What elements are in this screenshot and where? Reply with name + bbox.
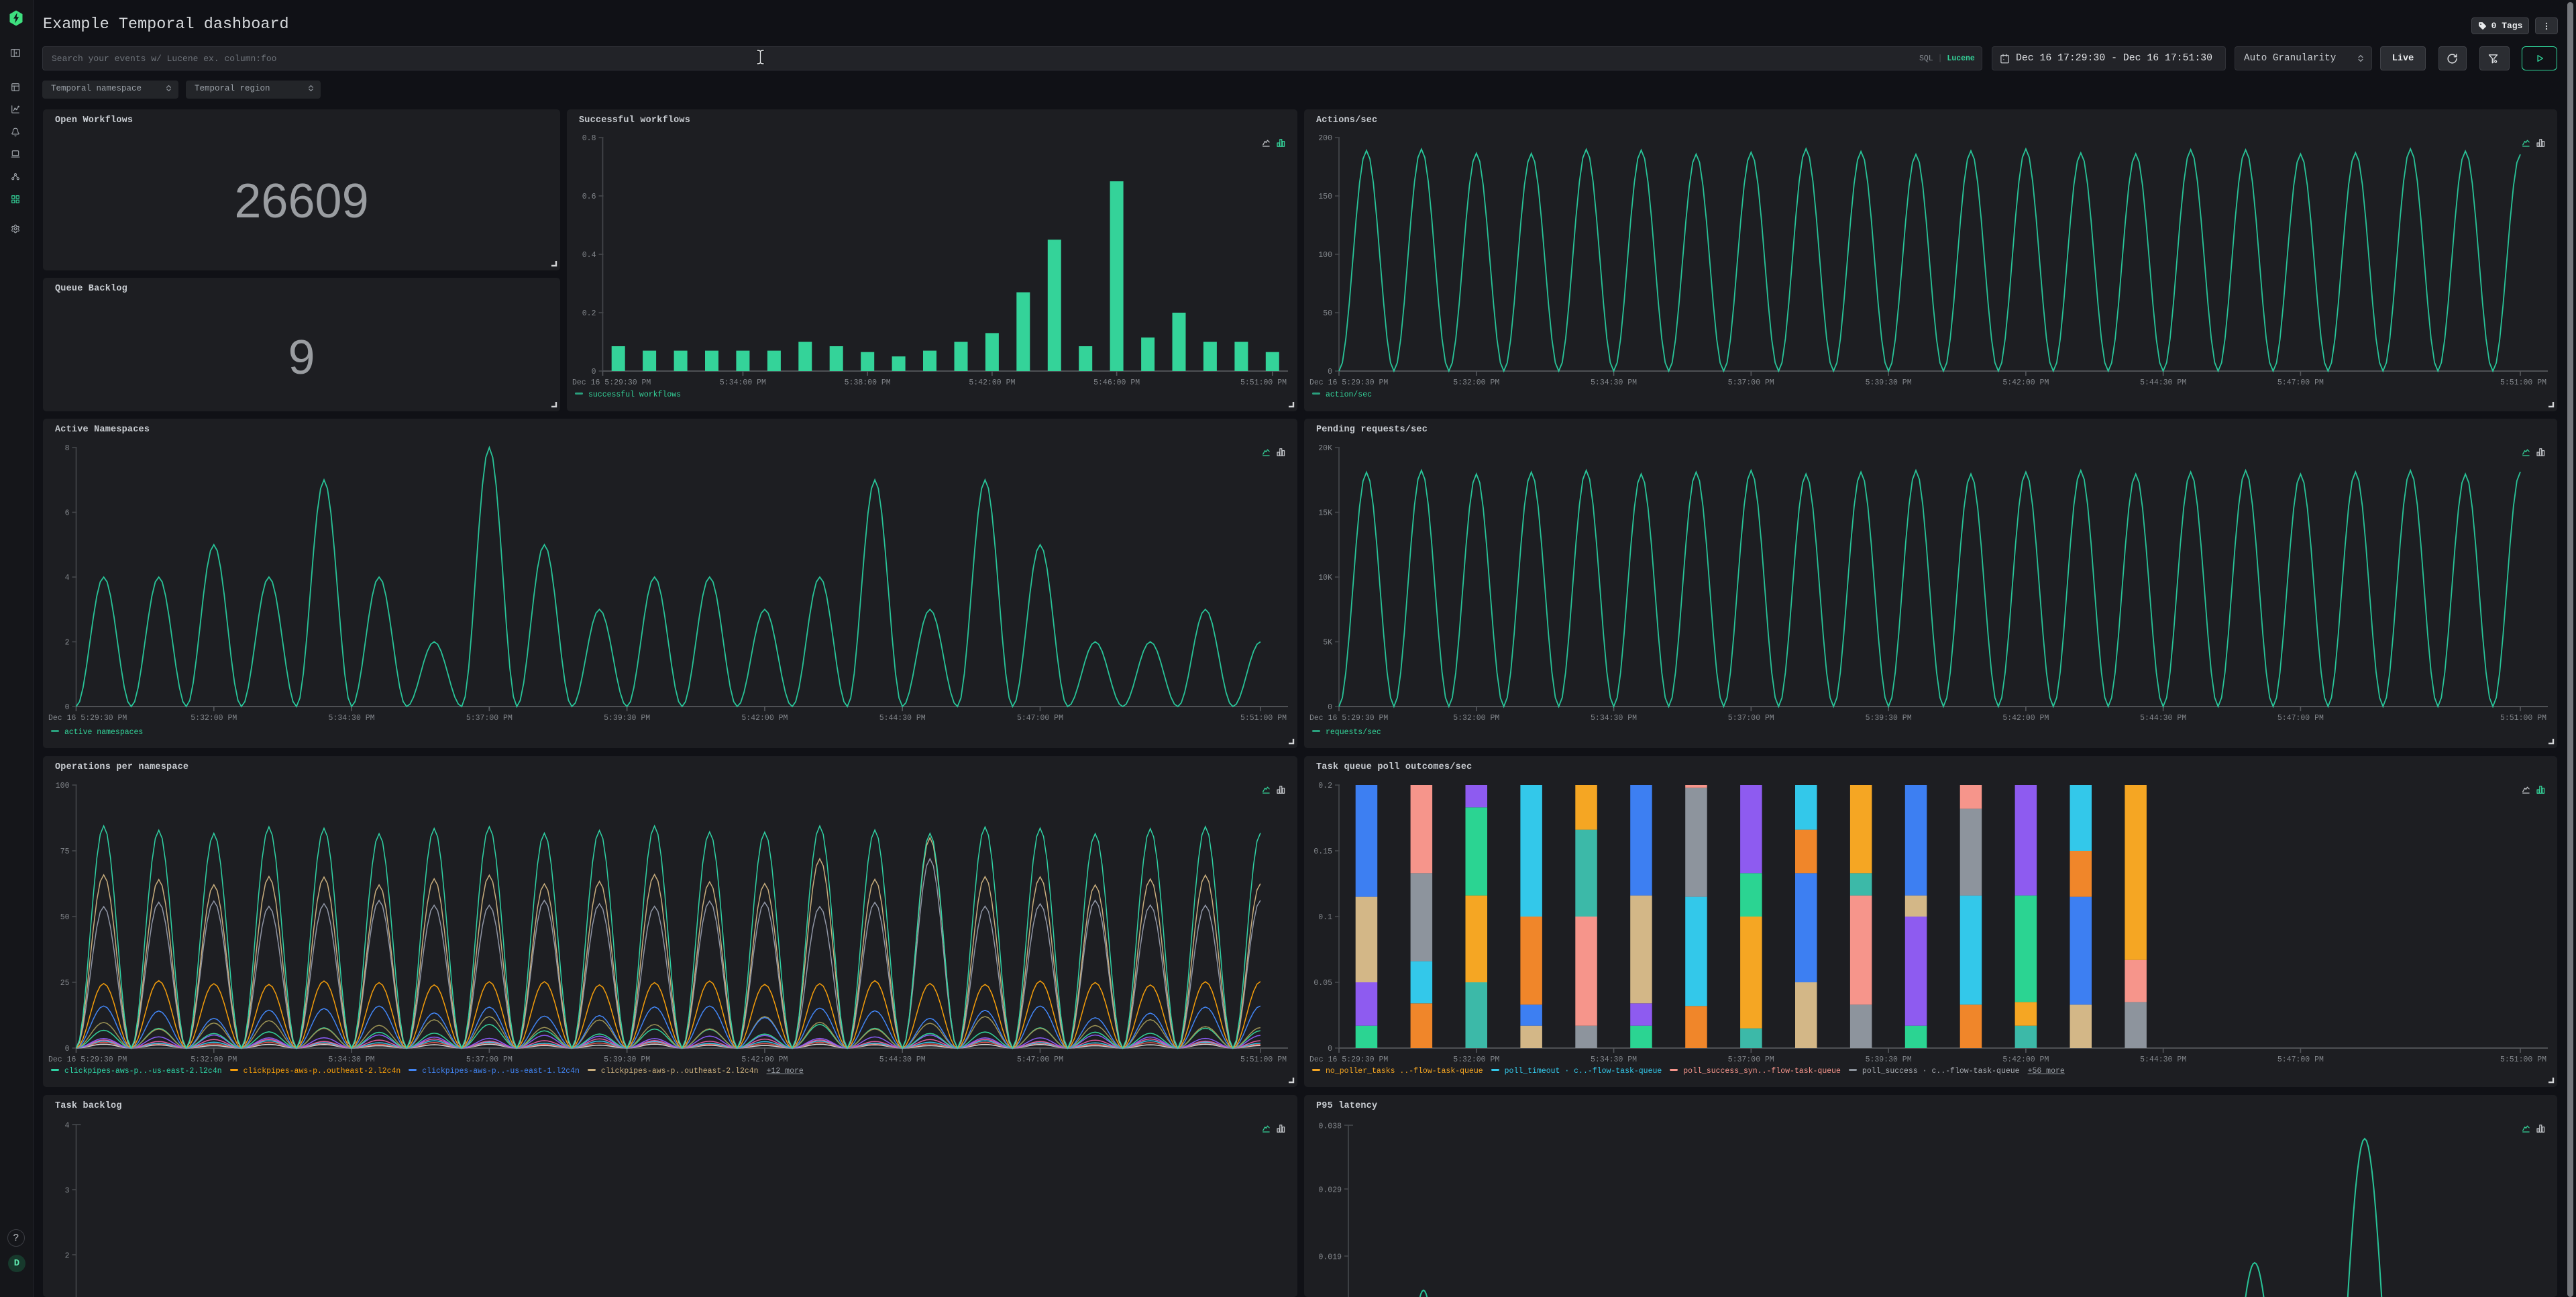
svg-text:Dec 16 5:29:30 PM: Dec 16 5:29:30 PM bbox=[1309, 378, 1388, 387]
svg-text:5:47:00 PM: 5:47:00 PM bbox=[1017, 1055, 1063, 1064]
svg-text:0.15: 0.15 bbox=[1313, 847, 1332, 856]
svg-text:5:47:00 PM: 5:47:00 PM bbox=[2277, 378, 2324, 387]
svg-text:0.019: 0.019 bbox=[1318, 1253, 1342, 1262]
svg-text:5:51:00 PM: 5:51:00 PM bbox=[1240, 714, 1287, 723]
svg-text:Dec 16 5:29:30 PM: Dec 16 5:29:30 PM bbox=[48, 1055, 127, 1064]
svg-text:5:37:00 PM: 5:37:00 PM bbox=[1728, 378, 1774, 387]
svg-text:0: 0 bbox=[592, 368, 596, 376]
svg-text:5:39:30 PM: 5:39:30 PM bbox=[604, 714, 650, 723]
svg-text:0: 0 bbox=[1328, 1045, 1332, 1053]
svg-text:5:44:30 PM: 5:44:30 PM bbox=[2140, 378, 2186, 387]
svg-text:5:39:30 PM: 5:39:30 PM bbox=[1866, 378, 1912, 387]
svg-text:5:42:00 PM: 5:42:00 PM bbox=[741, 1055, 788, 1064]
svg-text:5:47:00 PM: 5:47:00 PM bbox=[1017, 714, 1063, 723]
svg-text:5:39:30 PM: 5:39:30 PM bbox=[1866, 1055, 1912, 1064]
svg-text:25: 25 bbox=[60, 979, 70, 988]
svg-text:150: 150 bbox=[1318, 193, 1332, 201]
svg-text:10K: 10K bbox=[1318, 574, 1332, 582]
svg-text:5:34:30 PM: 5:34:30 PM bbox=[1591, 1055, 1637, 1064]
svg-text:4: 4 bbox=[65, 1122, 70, 1131]
svg-text:5:42:00 PM: 5:42:00 PM bbox=[2002, 378, 2049, 387]
svg-text:Dec 16 5:29:30 PM: Dec 16 5:29:30 PM bbox=[1309, 714, 1388, 723]
svg-text:5:37:00 PM: 5:37:00 PM bbox=[1728, 714, 1774, 723]
svg-text:5:51:00 PM: 5:51:00 PM bbox=[1240, 1055, 1287, 1064]
svg-text:5:38:00 PM: 5:38:00 PM bbox=[845, 378, 891, 387]
svg-text:5:46:00 PM: 5:46:00 PM bbox=[1093, 378, 1140, 387]
svg-text:0.029: 0.029 bbox=[1318, 1186, 1342, 1195]
svg-text:8: 8 bbox=[65, 444, 70, 453]
svg-text:5:51:00 PM: 5:51:00 PM bbox=[2500, 1055, 2546, 1064]
svg-text:5:47:00 PM: 5:47:00 PM bbox=[2277, 1055, 2324, 1064]
svg-text:5:37:00 PM: 5:37:00 PM bbox=[1728, 1055, 1774, 1064]
svg-text:100: 100 bbox=[1318, 251, 1332, 260]
svg-text:100: 100 bbox=[56, 782, 70, 790]
svg-text:5:32:00 PM: 5:32:00 PM bbox=[191, 1055, 237, 1064]
svg-text:5:39:30 PM: 5:39:30 PM bbox=[604, 1055, 650, 1064]
svg-text:20K: 20K bbox=[1318, 444, 1332, 453]
svg-text:0: 0 bbox=[65, 703, 70, 712]
svg-text:5:34:00 PM: 5:34:00 PM bbox=[720, 378, 766, 387]
svg-text:5:44:30 PM: 5:44:30 PM bbox=[879, 714, 926, 723]
svg-text:5K: 5K bbox=[1323, 639, 1332, 647]
svg-text:5:39:30 PM: 5:39:30 PM bbox=[1866, 714, 1912, 723]
svg-text:5:51:00 PM: 5:51:00 PM bbox=[2500, 378, 2546, 387]
svg-text:5:32:00 PM: 5:32:00 PM bbox=[1453, 378, 1499, 387]
svg-text:5:34:30 PM: 5:34:30 PM bbox=[329, 714, 375, 723]
svg-text:0: 0 bbox=[65, 1045, 70, 1053]
svg-text:5:37:00 PM: 5:37:00 PM bbox=[466, 714, 513, 723]
svg-text:50: 50 bbox=[1323, 309, 1332, 318]
svg-text:5:32:00 PM: 5:32:00 PM bbox=[1453, 1055, 1499, 1064]
svg-text:5:34:30 PM: 5:34:30 PM bbox=[1591, 378, 1637, 387]
svg-text:6: 6 bbox=[65, 509, 70, 518]
svg-text:0.6: 0.6 bbox=[582, 193, 596, 201]
svg-text:2: 2 bbox=[65, 1252, 70, 1261]
svg-text:0: 0 bbox=[1328, 368, 1332, 376]
svg-text:4: 4 bbox=[65, 574, 70, 582]
svg-text:5:34:30 PM: 5:34:30 PM bbox=[329, 1055, 375, 1064]
svg-text:0.2: 0.2 bbox=[582, 309, 596, 318]
svg-text:5:44:30 PM: 5:44:30 PM bbox=[879, 1055, 926, 1064]
svg-text:0.2: 0.2 bbox=[1318, 782, 1332, 790]
svg-text:5:42:00 PM: 5:42:00 PM bbox=[2002, 1055, 2049, 1064]
svg-text:5:32:00 PM: 5:32:00 PM bbox=[1453, 714, 1499, 723]
svg-text:5:42:00 PM: 5:42:00 PM bbox=[741, 714, 788, 723]
svg-text:5:42:00 PM: 5:42:00 PM bbox=[969, 378, 1015, 387]
svg-text:0.4: 0.4 bbox=[582, 251, 596, 260]
svg-text:0.8: 0.8 bbox=[582, 134, 596, 143]
svg-text:0.038: 0.038 bbox=[1318, 1123, 1342, 1131]
svg-text:5:32:00 PM: 5:32:00 PM bbox=[191, 714, 237, 723]
svg-text:5:44:30 PM: 5:44:30 PM bbox=[2140, 1055, 2186, 1064]
svg-text:15K: 15K bbox=[1318, 509, 1332, 518]
svg-text:50: 50 bbox=[60, 913, 70, 922]
svg-text:5:47:00 PM: 5:47:00 PM bbox=[2277, 714, 2324, 723]
svg-text:Dec 16 5:29:30 PM: Dec 16 5:29:30 PM bbox=[1309, 1055, 1388, 1064]
svg-text:5:51:00 PM: 5:51:00 PM bbox=[2500, 714, 2546, 723]
svg-text:0: 0 bbox=[1328, 703, 1332, 712]
svg-text:75: 75 bbox=[60, 847, 70, 856]
svg-text:2: 2 bbox=[65, 639, 70, 647]
svg-text:0.05: 0.05 bbox=[1313, 979, 1332, 988]
svg-text:5:44:30 PM: 5:44:30 PM bbox=[2140, 714, 2186, 723]
svg-text:200: 200 bbox=[1318, 134, 1332, 143]
svg-text:5:51:00 PM: 5:51:00 PM bbox=[1240, 378, 1287, 387]
svg-text:5:42:00 PM: 5:42:00 PM bbox=[2002, 714, 2049, 723]
svg-text:3: 3 bbox=[65, 1187, 70, 1196]
svg-text:5:37:00 PM: 5:37:00 PM bbox=[466, 1055, 513, 1064]
svg-text:0.1: 0.1 bbox=[1318, 913, 1332, 922]
svg-text:Dec 16 5:29:30 PM: Dec 16 5:29:30 PM bbox=[572, 378, 651, 387]
svg-text:Dec 16 5:29:30 PM: Dec 16 5:29:30 PM bbox=[48, 714, 127, 723]
svg-text:5:34:30 PM: 5:34:30 PM bbox=[1591, 714, 1637, 723]
